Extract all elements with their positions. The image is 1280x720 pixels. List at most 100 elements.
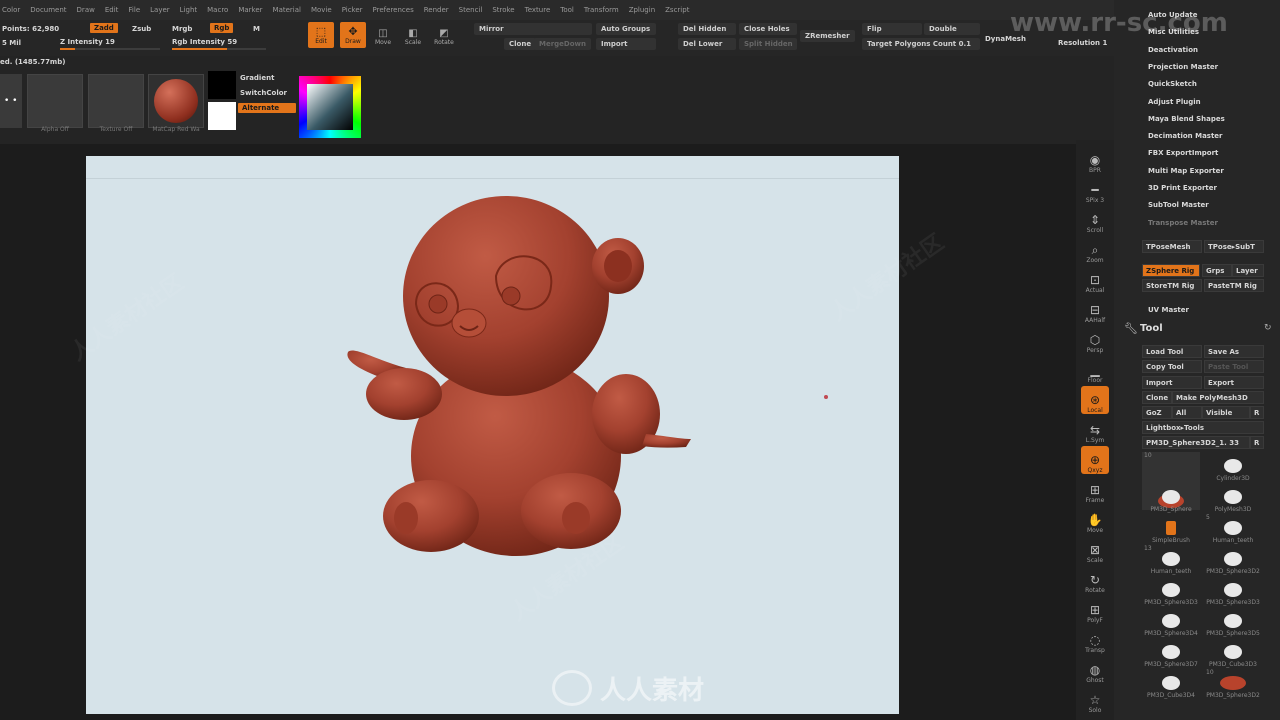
refresh-icon[interactable]: ↻	[1264, 323, 1272, 333]
menu-item[interactable]: Transform	[584, 6, 619, 14]
draw-button[interactable]: ✥ Draw	[340, 22, 366, 48]
color-picker[interactable]	[299, 76, 361, 138]
double-button[interactable]: Double	[924, 23, 980, 35]
plugin-item[interactable]: FBX ExportImport	[1148, 149, 1218, 157]
rgb-intensity-slider[interactable]	[172, 48, 266, 50]
target-polygons-slider[interactable]: Target Polygons Count 0.1	[862, 38, 980, 50]
auto-groups-button[interactable]: Auto Groups	[596, 23, 656, 35]
flip-button[interactable]: Flip	[862, 23, 922, 35]
import-button[interactable]: Import	[596, 38, 656, 50]
tool-thumbnail[interactable]: PM3D_Sphere3D4	[1142, 607, 1200, 637]
shelf-button[interactable]: ⊡ Actual	[1081, 266, 1109, 294]
move-button[interactable]: ◫ Move	[370, 24, 396, 50]
tpose-subt-button[interactable]: TPose▸SubT	[1204, 240, 1264, 253]
shelf-button[interactable]: ⬡ Persp	[1081, 326, 1109, 354]
rotate-button[interactable]: ◩ Rotate	[431, 24, 457, 50]
layer-button[interactable]: Layer	[1232, 264, 1264, 277]
menu-item[interactable]: Picker	[342, 6, 363, 14]
shelf-button[interactable]: ✋ Move	[1081, 506, 1109, 534]
mirror-button[interactable]: Mirror	[474, 23, 592, 35]
menu-item[interactable]: Zplugin	[629, 6, 655, 14]
bear-model[interactable]	[86, 156, 899, 714]
plugin-item[interactable]: SubTool Master	[1148, 201, 1209, 209]
menu-item[interactable]: Marker	[238, 6, 262, 14]
resolution-slider[interactable]: Resolution 1	[1058, 39, 1107, 47]
tool-thumbnail[interactable]: 13 Human_teeth	[1142, 545, 1200, 575]
paste-tool-button[interactable]: Paste Tool	[1204, 360, 1264, 373]
alternate-button[interactable]: Alternate	[238, 103, 296, 113]
menu-item[interactable]: Edit	[105, 6, 119, 14]
shelf-button[interactable]: ⊠ Scale	[1081, 536, 1109, 564]
shelf-button[interactable]: ◉ BPR	[1081, 146, 1109, 174]
menu-item[interactable]: Movie	[311, 6, 332, 14]
goz-button[interactable]: GoZ	[1142, 406, 1172, 419]
z-intensity-slider[interactable]	[60, 48, 160, 50]
main-color-swatch[interactable]	[208, 71, 236, 99]
shelf-button[interactable]: ⊛ Local	[1081, 386, 1109, 414]
tool-clone-button[interactable]: Clone	[1142, 391, 1172, 404]
tool-thumbnail[interactable]: Cylinder3D	[1204, 452, 1262, 482]
menu-item[interactable]: Tool	[560, 6, 574, 14]
plugin-item[interactable]: Maya Blend Shapes	[1148, 115, 1225, 123]
menu-item[interactable]: Light	[180, 6, 197, 14]
pastetm-rig-button[interactable]: PasteTM Rig	[1204, 279, 1264, 292]
zsub-button[interactable]: Zsub	[132, 25, 151, 33]
shelf-button[interactable]: ⊞ PolyF	[1081, 596, 1109, 624]
tool-thumbnail[interactable]: PolyMesh3D	[1204, 483, 1262, 513]
grps-button[interactable]: Grps	[1202, 264, 1232, 277]
tool-thumbnail[interactable]: SimpleBrush	[1142, 514, 1200, 544]
load-tool-button[interactable]: Load Tool	[1142, 345, 1202, 358]
menu-item[interactable]: Document	[30, 6, 66, 14]
save-as-button[interactable]: Save As	[1204, 345, 1264, 358]
menu-item[interactable]: Preferences	[373, 6, 414, 14]
tool-import-button[interactable]: Import	[1142, 376, 1202, 389]
scale-button[interactable]: ◧ Scale	[400, 24, 426, 50]
all-button[interactable]: All	[1172, 406, 1202, 419]
tool-thumbnail[interactable]: PM3D_Sphere3D3	[1142, 576, 1200, 606]
plugin-item[interactable]: Transpose Master	[1148, 219, 1218, 227]
m-button[interactable]: M	[253, 25, 260, 33]
shelf-button[interactable]: ▁ Floor	[1081, 356, 1109, 384]
menu-item[interactable]: Render	[424, 6, 449, 14]
shelf-button[interactable]: ⊟ AAHalf	[1081, 296, 1109, 324]
shelf-button[interactable]: ◍ Ghost	[1081, 656, 1109, 684]
plugin-item[interactable]: Deactivation	[1148, 46, 1198, 54]
menu-item[interactable]: Zscript	[665, 6, 689, 14]
rgb-button[interactable]: Rgb	[210, 23, 234, 33]
visible-button[interactable]: Visible	[1202, 406, 1250, 419]
shelf-button[interactable]: ◌ Transp	[1081, 626, 1109, 654]
shelf-button[interactable]: ⌕ Zoom	[1081, 236, 1109, 264]
make-polymesh-button[interactable]: Make PolyMesh3D	[1172, 391, 1264, 404]
plugin-item[interactable]: Multi Map Exporter	[1148, 167, 1224, 175]
split-hidden-button[interactable]: Split Hidden	[739, 38, 797, 50]
merge-down-button[interactable]: MergeDown	[534, 38, 591, 50]
tool-thumbnail[interactable]: PM3D_Sphere3D2	[1204, 545, 1262, 575]
tposemesh-button[interactable]: TPoseMesh	[1142, 240, 1202, 253]
shelf-button[interactable]: ↻ Rotate	[1081, 566, 1109, 594]
clone-button[interactable]: Clone	[504, 38, 537, 50]
plugin-item[interactable]: Decimation Master	[1148, 132, 1223, 140]
storetm-rig-button[interactable]: StoreTM Rig	[1142, 279, 1202, 292]
material-thumb[interactable]	[148, 74, 204, 128]
uv-master-item[interactable]: UV Master	[1148, 306, 1189, 314]
menu-item[interactable]: Macro	[207, 6, 228, 14]
tool-thumbnail[interactable]: 10 PM3D_Sphere3D2	[1204, 669, 1262, 699]
brush-thumb[interactable]: • •	[0, 74, 22, 128]
tool-thumbnail[interactable]: 5 Human_teeth	[1204, 514, 1262, 544]
shelf-button[interactable]: ☆ Solo	[1081, 686, 1109, 714]
del-lower-button[interactable]: Del Lower	[678, 38, 736, 50]
document-canvas[interactable]	[86, 156, 899, 714]
zsphere-rig-button[interactable]: ZSphere Rig	[1142, 264, 1200, 277]
alpha-thumb[interactable]	[27, 74, 83, 128]
shelf-button[interactable]: ⊞ Frame	[1081, 476, 1109, 504]
tool-thumbnail[interactable]: PM3D_Cube3D3	[1204, 638, 1262, 668]
plugin-item[interactable]: QuickSketch	[1148, 80, 1197, 88]
shelf-button[interactable]: ⇕ Scroll	[1081, 206, 1109, 234]
tool-thumbnail[interactable]: PM3D_Sphere3D5	[1204, 607, 1262, 637]
menu-item[interactable]: Draw	[77, 6, 95, 14]
menu-item[interactable]: File	[128, 6, 140, 14]
tool-export-button[interactable]: Export	[1204, 376, 1264, 389]
r2-button[interactable]: R	[1250, 436, 1264, 449]
plugin-item[interactable]: 3D Print Exporter	[1148, 184, 1217, 192]
menu-item[interactable]: Color	[2, 6, 20, 14]
